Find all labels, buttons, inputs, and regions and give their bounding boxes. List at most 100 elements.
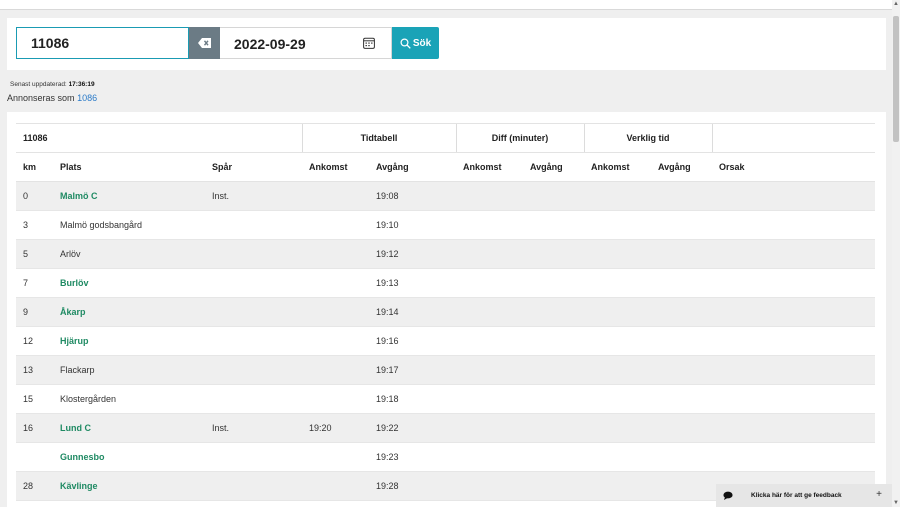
cell-actual-departure	[651, 355, 712, 385]
timetable-body: 0 Malmö C Inst. 19:08 3 Malmö godsbangård 19:1…	[16, 181, 875, 501]
date-field[interactable]: 2022-09-29	[220, 27, 392, 59]
cell-actual-arrival	[584, 442, 651, 472]
cell-timetable-arrival	[302, 297, 369, 327]
table-row: 3 Malmö godsbangård 19:10	[16, 210, 875, 240]
cell-track	[205, 239, 302, 269]
cell-diff-departure	[523, 384, 584, 414]
timetable: 11086 Tidtabell Diff (minuter) Verklig t…	[16, 123, 875, 501]
feedback-expand-icon[interactable]: +	[876, 489, 882, 500]
timetable-panel: 11086 Tidtabell Diff (minuter) Verklig t…	[7, 112, 886, 507]
cell-timetable-departure: 19:28	[369, 471, 456, 501]
cell-timetable-arrival: 19:20	[302, 413, 369, 443]
scroll-down-arrow-icon[interactable]: ▼	[893, 499, 899, 507]
cell-place[interactable]: Kävlinge	[53, 471, 205, 501]
group-timetable: Tidtabell	[301, 123, 456, 153]
table-column-header-row: km Plats Spår Ankomst Avgång Ankomst Avg…	[16, 152, 875, 182]
cell-diff-departure	[523, 355, 584, 385]
col-timetable-arrival: Ankomst	[302, 152, 369, 182]
announced-as: Annonseras som 1086	[7, 93, 97, 103]
calendar-icon[interactable]	[363, 37, 375, 49]
cell-km: 16	[16, 413, 53, 443]
cell-km: 9	[16, 297, 53, 327]
cell-reason	[712, 210, 875, 240]
cell-diff-arrival	[456, 181, 523, 211]
cell-reason	[712, 239, 875, 269]
cell-actual-departure	[651, 210, 712, 240]
scroll-up-arrow-icon[interactable]: ▲	[893, 0, 899, 8]
table-row: 12 Hjärup 19:16	[16, 326, 875, 356]
group-actual: Verklig tid	[583, 123, 712, 153]
cell-timetable-arrival	[302, 181, 369, 211]
cell-actual-departure	[651, 471, 712, 501]
train-number-input[interactable]	[16, 27, 189, 59]
cell-track	[205, 297, 302, 327]
cell-place: Flackarp	[53, 355, 205, 385]
last-updated-label: Senast uppdaterad:	[10, 81, 67, 88]
cell-timetable-departure: 19:12	[369, 239, 456, 269]
table-row: Gunnesbo 19:23	[16, 442, 875, 472]
cell-diff-arrival	[456, 268, 523, 298]
cell-place[interactable]: Gunnesbo	[53, 442, 205, 472]
table-row: 13 Flackarp 19:17	[16, 355, 875, 385]
scrollbar-thumb[interactable]	[893, 16, 899, 142]
page-scrollbar[interactable]: ▲ ▼	[892, 0, 900, 507]
cell-timetable-departure: 19:13	[369, 268, 456, 298]
cell-place[interactable]: Lund C	[53, 413, 205, 443]
search-button-label: Sök	[412, 37, 432, 49]
cell-track	[205, 471, 302, 501]
clear-icon	[198, 38, 211, 48]
cell-km: 0	[16, 181, 53, 211]
cell-timetable-departure: 19:22	[369, 413, 456, 443]
feedback-button[interactable]: Klicka här för att ge feedback +	[716, 484, 892, 507]
cell-timetable-arrival	[302, 471, 369, 501]
cell-km: 13	[16, 355, 53, 385]
cell-timetable-arrival	[302, 326, 369, 356]
cell-diff-arrival	[456, 442, 523, 472]
cell-place[interactable]: Burlöv	[53, 268, 205, 298]
search-button[interactable]: Sök	[392, 27, 439, 59]
cell-place: Arlöv	[53, 239, 205, 269]
cell-reason	[712, 326, 875, 356]
cell-actual-arrival	[584, 326, 651, 356]
cell-actual-arrival	[584, 471, 651, 501]
cell-track	[205, 442, 302, 472]
cell-actual-arrival	[584, 268, 651, 298]
cell-timetable-arrival	[302, 384, 369, 414]
clear-button[interactable]	[189, 27, 220, 59]
cell-actual-arrival	[584, 413, 651, 443]
last-updated: Senast uppdaterad: 17:36:19	[10, 81, 95, 88]
table-row: 7 Burlöv 19:13	[16, 268, 875, 298]
col-actual-departure: Avgång	[651, 152, 712, 182]
cell-km: 3	[16, 210, 53, 240]
cell-diff-arrival	[456, 297, 523, 327]
cell-timetable-departure: 19:08	[369, 181, 456, 211]
cell-timetable-arrival	[302, 210, 369, 240]
browser-top-edge	[0, 0, 892, 10]
announced-number-link[interactable]: 1086	[77, 93, 97, 103]
cell-track	[205, 326, 302, 356]
col-place: Plats	[53, 152, 205, 182]
col-actual-arrival: Ankomst	[584, 152, 651, 182]
cell-place[interactable]: Åkarp	[53, 297, 205, 327]
table-row: 0 Malmö C Inst. 19:08	[16, 181, 875, 211]
cell-reason	[712, 181, 875, 211]
cell-diff-arrival	[456, 471, 523, 501]
cell-diff-arrival	[456, 384, 523, 414]
cell-actual-arrival	[584, 297, 651, 327]
cell-place[interactable]: Malmö C	[53, 181, 205, 211]
cell-place[interactable]: Hjärup	[53, 326, 205, 356]
cell-timetable-arrival	[302, 239, 369, 269]
cell-reason	[712, 268, 875, 298]
cell-place: Klostergården	[53, 384, 205, 414]
col-timetable-departure: Avgång	[369, 152, 456, 182]
group-diff: Diff (minuter)	[455, 123, 584, 153]
cell-diff-departure	[523, 210, 584, 240]
cell-km: 7	[16, 268, 53, 298]
cell-timetable-departure: 19:10	[369, 210, 456, 240]
cell-actual-departure	[651, 297, 712, 327]
cell-actual-arrival	[584, 355, 651, 385]
cell-timetable-arrival	[302, 355, 369, 385]
col-km: km	[16, 152, 53, 182]
cell-timetable-arrival	[302, 268, 369, 298]
cell-km: 12	[16, 326, 53, 356]
